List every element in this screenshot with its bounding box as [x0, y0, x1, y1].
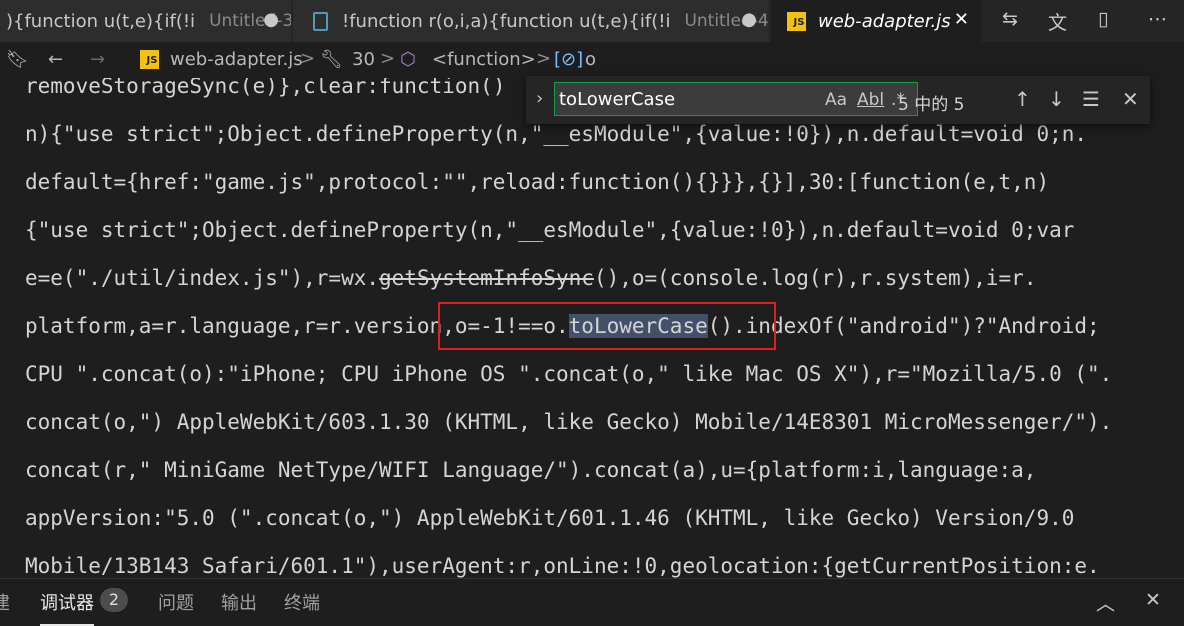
breadcrumb-item-function[interactable]: <function>	[432, 49, 536, 70]
code-segment: (),o=(console.log(r),r.system),i=r.	[593, 266, 1037, 290]
code-line: CPU ".concat(o):"iPhone; CPU iPhone OS "…	[25, 362, 1113, 386]
breadcrumb-separator: >	[300, 48, 316, 69]
annotation-box	[438, 302, 776, 350]
panel-tab-problems[interactable]: 问题	[158, 589, 194, 615]
previous-match-arrow-icon[interactable]: ↑	[1014, 87, 1031, 111]
breadcrumb-item-o[interactable]: o	[585, 49, 596, 70]
find-input[interactable]: toLowerCase Aa Abl .*	[554, 82, 918, 116]
tab-title: ){function u(t,e){if(!i	[6, 10, 196, 32]
find-widget: › toLowerCase Aa Abl .* 5 中的 5 ↑ ↓ ☰ ✕	[526, 76, 1150, 124]
tab-bar: ){function u(t,e){if(!i Untitled-3 ● !fu…	[0, 0, 1184, 42]
code-line: concat(o,") AppleWebKit/603.1.30 (KHTML,…	[25, 410, 1113, 434]
js-file-icon: JS	[140, 50, 159, 69]
panel-tab-terminal[interactable]: 终端	[284, 589, 320, 615]
code-line: appVersion:"5.0 (".concat(o,") AppleWebK…	[25, 506, 1075, 530]
code-line: default={href:"game.js",protocol:"",relo…	[25, 170, 1050, 194]
split-editor-icon[interactable]: ▯	[1098, 8, 1108, 30]
whole-word-toggle[interactable]: Abl	[857, 90, 884, 110]
breadcrumb-separator: >	[536, 48, 552, 69]
code-line: removeStorageSync(e)},clear:function()	[25, 78, 506, 98]
match-count: 5 中的 5	[898, 95, 965, 115]
bookmark-icon[interactable]: 🔖︎	[6, 49, 29, 70]
tab-untitled-3[interactable]: ){function u(t,e){if(!i Untitled-3 ●	[0, 0, 291, 42]
tab-web-adapter[interactable]: JS web-adapter.js ✕	[771, 0, 981, 42]
code-segment: e=e("./util/index.js"),r=wx.	[25, 266, 380, 290]
next-match-arrow-icon[interactable]: ↓	[1048, 87, 1065, 111]
code-line: concat(r," MiniGame NetType/WIFI Languag…	[25, 458, 1037, 482]
unsaved-dot-icon[interactable]: ●	[741, 9, 757, 30]
source-control-compare-icon[interactable]: ⇆	[1002, 8, 1018, 30]
close-panel-icon[interactable]: ✕	[1145, 589, 1161, 611]
more-actions-icon[interactable]: ⋯	[1148, 8, 1167, 30]
breadcrumb-item-30[interactable]: 30	[352, 49, 375, 70]
js-file-icon: JS	[787, 11, 806, 31]
tab-untitled-4[interactable]: !function r(o,i,a){function u(t,e){if(!i…	[293, 0, 769, 42]
tab-title: web-adapter.js	[818, 10, 951, 32]
find-in-selection-icon[interactable]: ☰	[1082, 87, 1100, 111]
panel-tab-build[interactable]: 建	[0, 589, 10, 615]
find-input-value: toLowerCase	[559, 89, 676, 110]
breadcrumb-file[interactable]: web-adapter.js	[170, 49, 303, 70]
forward-arrow-icon[interactable]: →	[90, 49, 105, 70]
editor-actions: ⇆ 文 ▯ ⋯	[986, 0, 1184, 42]
tab-title: !function r(o,i,a){function u(t,e){if(!i	[342, 10, 671, 32]
toggle-replace-chevron-icon[interactable]: ›	[536, 88, 543, 109]
code-line: Mobile/13B143 Safari/601.1"),userAgent:r…	[25, 554, 1100, 578]
maximize-panel-chevron-up-icon[interactable]: ︿	[1096, 589, 1115, 616]
code-line: e=e("./util/index.js"),r=wx.getSystemInf…	[25, 266, 1036, 290]
back-arrow-icon[interactable]: ←	[48, 49, 63, 70]
translate-icon[interactable]: 文	[1048, 8, 1067, 35]
match-case-toggle[interactable]: Aa	[825, 90, 847, 110]
cube-icon: ⬡	[400, 49, 416, 70]
code-line: {"use strict";Object.defineProperty(n,"_…	[25, 218, 1075, 242]
code-editor[interactable]: removeStorageSync(e)},clear:function() n…	[0, 78, 1184, 578]
close-icon[interactable]: ✕	[954, 9, 969, 30]
breadcrumb-separator: >	[380, 48, 396, 69]
panel-tab-output[interactable]: 输出	[221, 589, 257, 615]
panel-tab-label: 调试器	[40, 593, 94, 614]
breadcrumb: 🔖︎ ← → JS web-adapter.js > 🔧︎ 30 > ⬡ <fu…	[0, 42, 1184, 78]
variable-icon: [⊘]	[554, 49, 584, 70]
code-line: n){"use strict";Object.defineProperty(n,…	[25, 122, 1088, 146]
close-find-icon[interactable]: ✕	[1122, 87, 1139, 111]
panel-tab-debugger[interactable]: 调试器	[40, 589, 94, 626]
debugger-count-badge: 2	[100, 588, 128, 612]
file-icon	[313, 11, 328, 31]
bottom-panel: 建 调试器 2 问题 输出 终端 ︿ ✕	[0, 578, 1184, 626]
unsaved-dot-icon[interactable]: ●	[263, 9, 279, 30]
wrench-icon: 🔧︎	[320, 49, 343, 70]
deprecated-call: getSystemInfoSync	[379, 266, 594, 290]
